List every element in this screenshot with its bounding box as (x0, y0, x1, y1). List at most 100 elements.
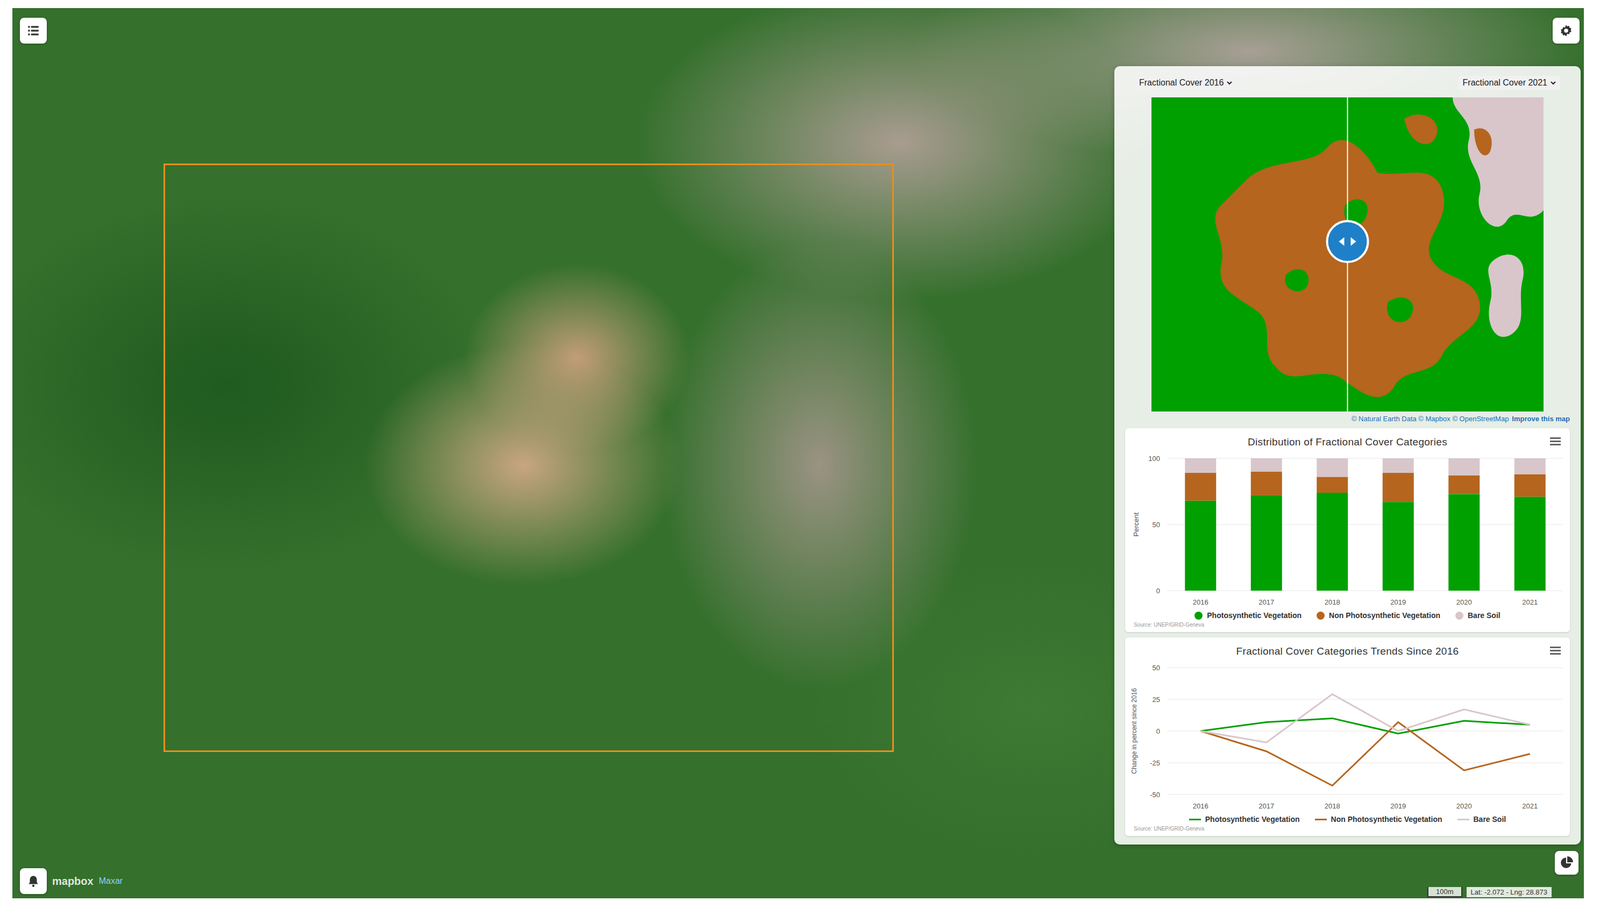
y-tick: 0 (1156, 586, 1161, 595)
grid-line (1167, 762, 1563, 764)
chart-menu-icon[interactable] (1549, 644, 1562, 656)
x-tick: 2020 (1456, 598, 1472, 607)
x-tick: 2018 (1324, 598, 1341, 607)
bar-segment[interactable] (1382, 501, 1414, 591)
x-tick: 2020 (1456, 801, 1472, 810)
series-line[interactable] (1200, 694, 1531, 743)
app: Fractional Cover 2016 Fractional Cover 2… (0, 0, 1600, 908)
legend-line (1189, 818, 1201, 821)
bar-segment[interactable] (1184, 500, 1216, 591)
x-tick: 2017 (1258, 801, 1275, 810)
series-line[interactable] (1200, 717, 1531, 734)
scale-bar: 100m (1427, 886, 1463, 898)
bell-icon (26, 873, 41, 888)
swipe-handle[interactable] (1327, 221, 1369, 262)
bar-segment[interactable] (1250, 458, 1283, 472)
fractional-cover-map[interactable] (1151, 97, 1544, 412)
chart-source: Source: UNEP/GRID-Geneva (1125, 621, 1205, 628)
y-tick: 0 (1156, 727, 1161, 736)
bar-segment[interactable] (1316, 476, 1348, 493)
bar-segment[interactable] (1184, 472, 1216, 501)
improve-map-link[interactable]: Improve this map (1511, 414, 1570, 423)
x-tick: 2016 (1192, 801, 1209, 810)
right-layer-select[interactable]: Fractional Cover 2021 (1458, 75, 1561, 90)
bar-segment[interactable] (1448, 475, 1480, 494)
mapbox-logo[interactable]: mapbox (52, 875, 94, 888)
x-tick: 2016 (1192, 598, 1209, 607)
y-axis-label: Percent (1132, 512, 1141, 537)
map-attribution: © Natural Earth Data © Mapbox © OpenStre… (1351, 414, 1570, 423)
legend-line (1314, 818, 1327, 821)
grid-line (1167, 730, 1563, 732)
x-tick: 2021 (1522, 598, 1538, 607)
map-footer-right: 100m Lat: -2.072 - Lng: 28.873 (1427, 886, 1552, 898)
legend-dot (1194, 611, 1203, 620)
imagery-credit[interactable]: Maxar (98, 876, 123, 886)
map-footer-left: mapbox Maxar (19, 868, 123, 894)
bar-segment[interactable] (1316, 458, 1348, 477)
bar-segment[interactable] (1382, 472, 1414, 502)
bar-segment[interactable] (1250, 495, 1283, 591)
grid-line (1167, 699, 1563, 700)
legend-item[interactable]: Bare Soil (1457, 814, 1507, 824)
chart-legend: Photosynthetic Vegetation Non Photosynth… (1194, 608, 1500, 622)
legend-item[interactable]: Non Photosynthetic Vegetation (1314, 814, 1443, 824)
grid-line (1167, 524, 1563, 525)
line-chart: Change in percent since 201650250-25-502… (1124, 658, 1571, 813)
bar-segment[interactable] (1514, 474, 1546, 497)
bar-segment[interactable] (1514, 458, 1546, 475)
legend-item[interactable]: Bare Soil (1455, 610, 1501, 620)
legend-dot (1455, 611, 1464, 620)
layer-selectors: Fractional Cover 2016 Fractional Cover 2… (1125, 73, 1570, 92)
layers-button[interactable] (19, 17, 47, 44)
chart-title: Distribution of Fractional Cover Categor… (1247, 436, 1448, 448)
x-tick: 2018 (1324, 801, 1341, 810)
chart-source: Source: UNEP/GRID-Geneva (1125, 825, 1205, 832)
pie-chart-icon (1559, 855, 1574, 870)
bar-segment[interactable] (1316, 492, 1348, 591)
bar-chart-card: Distribution of Fractional Cover Categor… (1125, 428, 1570, 632)
compare-map: © Natural Earth Data © Mapbox © OpenStre… (1125, 97, 1570, 423)
bar-segment[interactable] (1514, 496, 1546, 591)
series-line[interactable] (1200, 721, 1531, 786)
settings-button[interactable] (1552, 17, 1580, 44)
left-layer-select[interactable]: Fractional Cover 2016 (1134, 75, 1237, 90)
chevron-down-icon (1226, 80, 1233, 86)
bar-segment[interactable] (1382, 458, 1414, 473)
statistics-button[interactable] (1554, 850, 1579, 875)
grid-line (1167, 667, 1563, 668)
grid-line (1167, 794, 1563, 795)
x-tick: 2021 (1522, 801, 1538, 810)
bar-segment[interactable] (1250, 471, 1283, 496)
arrow-left-icon (1339, 237, 1345, 246)
x-tick: 2019 (1390, 801, 1406, 810)
notifications-button[interactable] (19, 868, 47, 894)
y-tick: -50 (1149, 790, 1161, 799)
chevron-down-icon (1550, 80, 1556, 86)
list-icon (26, 23, 41, 38)
x-tick: 2019 (1390, 598, 1406, 607)
analysis-panel: Fractional Cover 2016 Fractional Cover 2… (1114, 66, 1581, 845)
line-chart-card: Fractional Cover Categories Trends Since… (1125, 637, 1570, 836)
y-tick: 50 (1152, 663, 1161, 672)
x-tick: 2017 (1258, 598, 1275, 607)
y-tick: 25 (1152, 695, 1161, 704)
stacked-bar-chart: Percent 100 50 0 2016 2017 2018 2019 2020 2021 (1124, 449, 1571, 609)
chart-legend: Photosynthetic Vegetation Non Photosynth… (1189, 812, 1506, 826)
bar-segment[interactable] (1448, 458, 1480, 476)
y-tick: 50 (1152, 520, 1161, 529)
y-axis-label: Change in percent since 2016 (1130, 687, 1139, 774)
legend-dot (1316, 611, 1325, 620)
area-of-interest[interactable] (163, 163, 894, 752)
grid-line (1167, 458, 1563, 459)
y-tick: 100 (1148, 454, 1161, 463)
basemap[interactable]: Fractional Cover 2016 Fractional Cover 2… (12, 8, 1584, 899)
grid-line (1167, 590, 1563, 592)
bar-segment[interactable] (1448, 493, 1480, 591)
bar-segment[interactable] (1184, 458, 1216, 473)
legend-item[interactable]: Photosynthetic Vegetation (1194, 610, 1302, 620)
gear-icon (1559, 23, 1574, 38)
legend-item[interactable]: Photosynthetic Vegetation (1189, 814, 1300, 824)
legend-item[interactable]: Non Photosynthetic Vegetation (1316, 610, 1441, 620)
chart-menu-icon[interactable] (1549, 435, 1562, 447)
